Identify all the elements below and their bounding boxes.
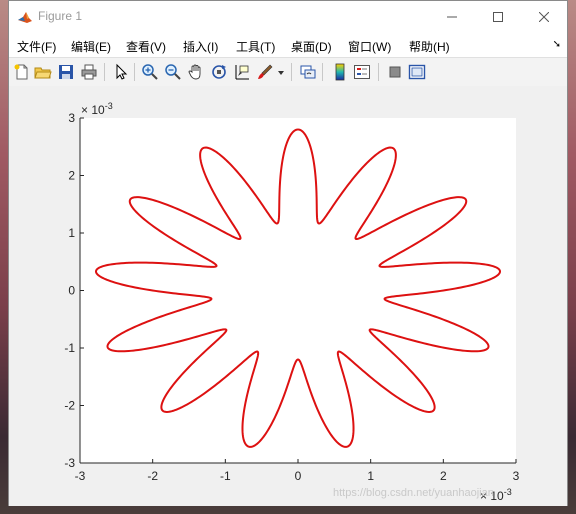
x-tick-label: 0 <box>295 469 302 483</box>
y-tick-label: 0 <box>68 284 75 298</box>
minimize-button[interactable] <box>429 1 475 33</box>
close-icon <box>539 12 549 22</box>
figure-window: Figure 1 文件(F) 编辑(E) 查看(V) 插入(I) 工具(T) 桌… <box>8 0 568 506</box>
show-plot-tools-icon[interactable] <box>408 63 426 81</box>
menu-dock-arrow-icon[interactable]: ➘ <box>553 39 561 50</box>
maximize-icon <box>493 12 503 22</box>
menu-insert[interactable]: 插入(I) <box>183 38 218 55</box>
y-exponent-base: × 10 <box>81 103 105 117</box>
colorbar-icon[interactable] <box>331 63 349 81</box>
new-figure-icon[interactable] <box>13 63 31 81</box>
x-tick-label: 3 <box>513 469 520 483</box>
menu-bar: 文件(F) 编辑(E) 查看(V) 插入(I) 工具(T) 桌面(D) 窗口(W… <box>9 33 567 57</box>
axes-background <box>80 118 516 463</box>
title-bar[interactable]: Figure 1 <box>9 1 567 33</box>
toolbar-separator <box>134 63 135 81</box>
menu-window[interactable]: 窗口(W) <box>348 38 391 55</box>
menu-view[interactable]: 查看(V) <box>126 38 166 55</box>
toolbar-separator <box>104 63 105 81</box>
matlab-logo-icon <box>17 9 33 25</box>
y-tick-label: -1 <box>64 341 75 355</box>
save-icon[interactable] <box>57 63 75 81</box>
y-tick-label: -3 <box>64 456 75 470</box>
x-tick-label: -1 <box>220 469 231 483</box>
pan-hand-icon[interactable] <box>187 63 205 81</box>
toolbar-separator <box>378 63 379 81</box>
legend-icon[interactable] <box>353 63 371 81</box>
x-tick-label: 1 <box>367 469 374 483</box>
zoom-out-icon[interactable] <box>164 63 182 81</box>
figure-toolbar <box>9 57 567 87</box>
select-arrow-icon[interactable] <box>112 63 130 81</box>
plot-axes[interactable]: -3 -2 -1 0 1 2 3 3210-1-2-3 × 10-3 × 10-3 <box>9 86 567 506</box>
close-button[interactable] <box>521 1 567 33</box>
x-tick-label: -2 <box>147 469 158 483</box>
menu-desktop[interactable]: 桌面(D) <box>291 38 332 55</box>
data-cursor-icon[interactable] <box>233 63 251 81</box>
y-exponent-label: × 10-3 <box>81 101 113 117</box>
brush-dropdown-icon[interactable] <box>277 69 285 77</box>
figure-canvas: -3 -2 -1 0 1 2 3 3 2 1 0 -1 -2 -3 × 10-3 × 10-3 <box>9 86 567 506</box>
y-exponent-power: -3 <box>105 101 113 111</box>
hide-plot-tools-icon[interactable] <box>386 63 404 81</box>
rotate-3d-icon[interactable] <box>210 63 228 81</box>
menu-help[interactable]: 帮助(H) <box>409 38 450 55</box>
print-icon[interactable] <box>80 63 98 81</box>
toolbar-separator <box>291 63 292 81</box>
maximize-button[interactable] <box>475 1 521 33</box>
y-tick-label: 1 <box>68 226 75 240</box>
window-title: Figure 1 <box>38 9 83 23</box>
x-tick-label: 2 <box>440 469 447 483</box>
y-tick-label: -2 <box>64 399 75 413</box>
menu-file[interactable]: 文件(F) <box>17 38 56 55</box>
x-tick-label: -3 <box>75 469 86 483</box>
zoom-in-icon[interactable] <box>141 63 159 81</box>
menu-edit[interactable]: 编辑(E) <box>71 38 111 55</box>
menu-tools[interactable]: 工具(T) <box>236 38 275 55</box>
open-file-icon[interactable] <box>34 63 52 81</box>
toolbar-separator <box>322 63 323 81</box>
link-plot-icon[interactable] <box>299 63 317 81</box>
minimize-icon <box>447 16 457 18</box>
y-tick-label: 2 <box>68 169 75 183</box>
brush-icon[interactable] <box>256 63 274 81</box>
y-tick-label: 3 <box>68 111 75 125</box>
csdn-watermark: https://blog.csdn.net/yuanhaojian <box>333 487 494 499</box>
x-exponent-power: -3 <box>504 487 512 497</box>
